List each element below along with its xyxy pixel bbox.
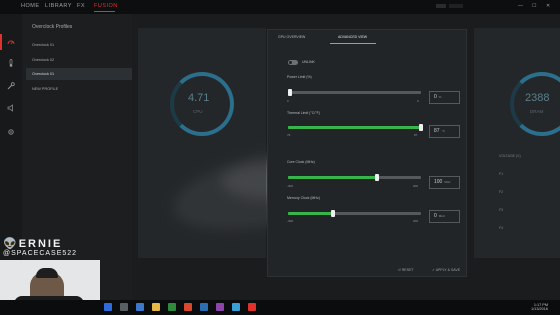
streamer-handle: @SPACECASE522: [3, 250, 78, 257]
system-clock[interactable]: 1:17 PM 1/13/2016: [518, 303, 548, 311]
dram-list-item: VOLTAGE (V): [499, 154, 521, 158]
windows-taskbar: 1:17 PM 1/13/2016: [0, 300, 560, 315]
search-icon[interactable]: [120, 303, 128, 311]
nav-home[interactable]: HOME: [21, 3, 40, 9]
top-nav-bar: HOME LIBRARY FX FUSION — ☐ ✕: [0, 0, 560, 14]
profile-label: NEW PROFILE: [32, 87, 59, 91]
dram-list-item: F4: [499, 226, 504, 230]
account-area[interactable]: [436, 4, 464, 9]
gear-icon[interactable]: [7, 128, 15, 136]
file-explorer-icon[interactable]: [152, 303, 160, 311]
minimize-button[interactable]: —: [518, 3, 523, 9]
dram-gauge-unit: DRAM: [530, 109, 544, 114]
memory-clock-slider[interactable]: [288, 210, 421, 217]
left-icon-rail: [0, 14, 22, 300]
slider-thumb[interactable]: [375, 174, 380, 181]
memory-clock-label: Memory Clock (MHz): [287, 196, 320, 200]
tab-gpu-overview[interactable]: GPU OVERVIEW: [278, 35, 305, 39]
slider-min: -300: [287, 184, 294, 188]
core-clock-value-field[interactable]: 100 MHz: [429, 176, 460, 189]
profiles-title: Overclock Profiles: [32, 24, 73, 30]
thermal-limit-value-field[interactable]: 87 °C: [429, 125, 460, 138]
cpu-gauge-unit: CPU: [193, 109, 203, 114]
slider-max: 87: [414, 133, 418, 137]
app-icon[interactable]: [216, 303, 224, 311]
nav-library[interactable]: LIBRARY: [45, 3, 72, 9]
value-unit: °C: [441, 129, 445, 133]
overclock-profiles-sidebar: Overclock Profiles Overclock 01 Overcloc…: [22, 14, 150, 300]
nav-fx[interactable]: FX: [77, 3, 85, 9]
memory-clock-value-field[interactable]: 0 MHz: [429, 210, 460, 223]
gpu-overclock-panel: GPU OVERVIEW ADVANCED VIEW UNLINK Power …: [267, 29, 467, 277]
value-unit: MHz: [438, 214, 445, 218]
dram-gauge-value: 2388: [525, 92, 550, 104]
slider-min: 0: [287, 99, 289, 103]
value-text: 87: [434, 128, 440, 134]
app-icon[interactable]: [184, 303, 192, 311]
cpu-gauge-ring: [170, 72, 234, 136]
slider-max: 200: [413, 184, 419, 188]
beanie: [36, 268, 58, 278]
slider-min: 76: [287, 133, 291, 137]
profile-label: Overclock 01: [32, 72, 55, 76]
profile-label: Overclock 01: [32, 43, 55, 47]
rail-selection-indicator: [0, 34, 2, 50]
speaker-icon[interactable]: [7, 104, 15, 112]
profile-label: Overclock 02: [32, 58, 55, 62]
value-unit: MHz: [444, 180, 451, 184]
unlink-toggle[interactable]: [288, 60, 298, 65]
power-limit-label: Power Limit (%): [287, 75, 312, 79]
reset-button[interactable]: ↺ RESET: [398, 268, 414, 272]
power-limit-slider[interactable]: [288, 89, 421, 96]
dram-list-item: F1: [499, 172, 504, 176]
core-clock-label: Core Clock (MHz): [287, 160, 315, 164]
value-unit: %: [438, 95, 442, 99]
value-text: 100: [434, 179, 443, 185]
tab-advanced-view[interactable]: ADVANCED VIEW: [338, 35, 367, 39]
slider-max: 200: [413, 219, 419, 223]
alien-logo-icon: 👽: [3, 238, 19, 250]
unlink-label: UNLINK: [302, 60, 315, 64]
maximize-button[interactable]: ☐: [532, 3, 536, 9]
store-icon[interactable]: [168, 303, 176, 311]
tab-active-underline: [330, 43, 376, 44]
core-clock-slider[interactable]: [288, 174, 421, 181]
edge-icon[interactable]: [136, 303, 144, 311]
slider-fill: [288, 176, 378, 179]
slider-max: 0: [417, 99, 419, 103]
toggle-knob: [289, 61, 292, 64]
cpu-gauge-value: 4.71: [188, 92, 210, 104]
slider-min: -300: [287, 219, 294, 223]
dram-list-item: F2: [499, 190, 504, 194]
thermal-limit-label: Thermal Limit (°C/°F): [287, 111, 320, 115]
slider-thumb[interactable]: [331, 210, 336, 217]
nav-active-underline: [94, 11, 115, 12]
apply-save-button[interactable]: ✓ APPLY & SAVE: [432, 268, 460, 272]
thermal-limit-slider[interactable]: [288, 124, 423, 131]
slider-fill: [288, 126, 421, 129]
slider-thumb[interactable]: [419, 124, 423, 131]
app-icon[interactable]: [232, 303, 240, 311]
start-icon[interactable]: [104, 303, 112, 311]
close-button[interactable]: ✕: [546, 3, 550, 9]
slider-thumb[interactable]: [288, 89, 292, 96]
power-limit-value-field[interactable]: 0%: [429, 91, 460, 104]
streamer-name: 👽ERNIE: [3, 237, 62, 250]
streamer-name-text: ERNIE: [18, 238, 63, 250]
slider-fill: [288, 212, 334, 215]
clock-date: 1/13/2016: [531, 307, 548, 311]
apply-save-label: APPLY & SAVE: [435, 268, 461, 272]
thermometer-icon[interactable]: [7, 59, 15, 67]
cpu-background-card: [138, 28, 266, 258]
dram-list-item: F3: [499, 208, 504, 212]
alienware-command-center-icon[interactable]: [248, 303, 256, 311]
overclock-icon[interactable]: [7, 38, 15, 46]
value-text: 0: [434, 213, 437, 219]
reset-label: RESET: [401, 268, 414, 272]
dram-background-card: [474, 28, 560, 258]
app-icon[interactable]: [200, 303, 208, 311]
wrench-icon[interactable]: [7, 82, 15, 90]
nav-fusion[interactable]: FUSION: [94, 3, 118, 9]
value-text: 0: [434, 94, 437, 100]
